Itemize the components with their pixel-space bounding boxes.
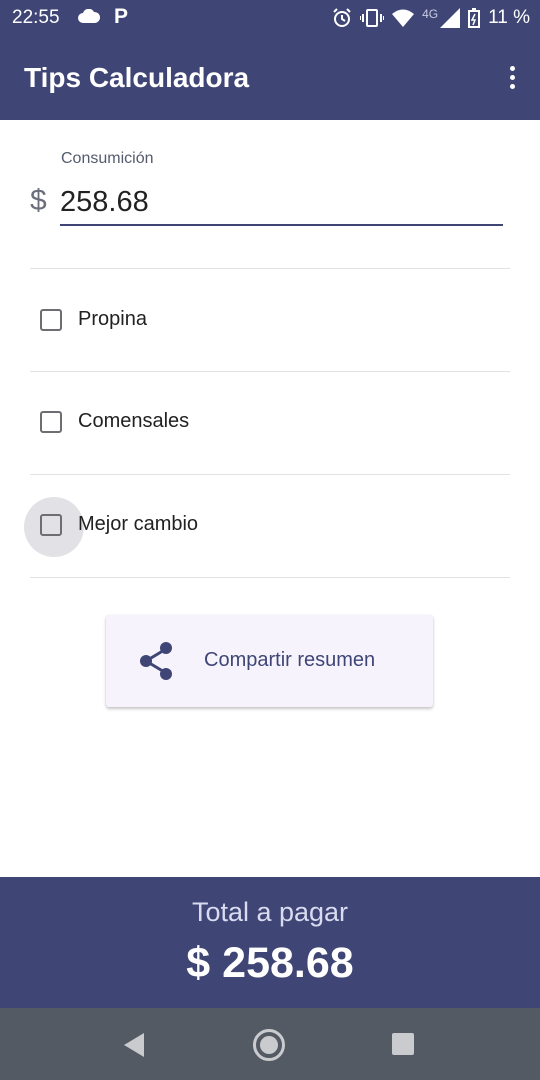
alarm-icon	[332, 8, 352, 28]
total-label: Total a pagar	[191, 897, 349, 927]
status-time: 22:55	[12, 7, 60, 28]
comensales-label: Comensales	[78, 410, 190, 432]
mejor-cambio-option[interactable]: Mejor cambio	[24, 497, 504, 557]
mejor-cambio-label: Mejor cambio	[78, 513, 199, 535]
propina-label: Propina	[78, 308, 147, 330]
app-title: Tips Calculadora	[24, 62, 250, 93]
network-type: 4G	[422, 7, 439, 21]
divider	[30, 474, 510, 475]
battery-icon	[468, 8, 481, 28]
propina-option[interactable]: Propina	[24, 292, 504, 352]
vibrate-icon	[360, 8, 385, 28]
cloud-icon	[78, 8, 101, 28]
total-panel: Total a pagar $ 258.68	[0, 877, 540, 1008]
home-icon[interactable]	[252, 1028, 286, 1067]
signal-icon	[440, 8, 461, 28]
status-icons: 4G 11 %	[332, 6, 530, 30]
share-summary-label: Compartir resumen	[204, 649, 376, 671]
battery-percent: 11 %	[488, 7, 530, 28]
comensales-option[interactable]: Comensales	[24, 394, 504, 454]
more-vert-icon[interactable]	[506, 66, 518, 92]
divider	[30, 268, 510, 269]
currency-symbol: $	[30, 184, 47, 217]
share-summary-button[interactable]: Compartir resumen	[106, 615, 433, 707]
notification-app-icon: P	[114, 5, 129, 28]
mejor-cambio-checkbox[interactable]	[40, 514, 62, 536]
app-bar: Tips Calculadora	[0, 36, 540, 120]
consumption-label: Consumición	[61, 150, 154, 167]
total-value: $ 258.68	[186, 939, 354, 987]
divider	[30, 577, 510, 578]
status-bar: 22:55 P 4G 11 %	[0, 0, 540, 36]
propina-checkbox[interactable]	[40, 309, 62, 331]
recents-icon[interactable]	[392, 1033, 414, 1055]
back-icon[interactable]	[122, 1032, 146, 1063]
share-icon	[138, 641, 174, 686]
navigation-bar	[0, 1008, 540, 1080]
wifi-icon	[392, 9, 415, 27]
comensales-checkbox[interactable]	[40, 411, 62, 433]
divider	[30, 371, 510, 372]
consumption-input[interactable]	[60, 180, 503, 226]
